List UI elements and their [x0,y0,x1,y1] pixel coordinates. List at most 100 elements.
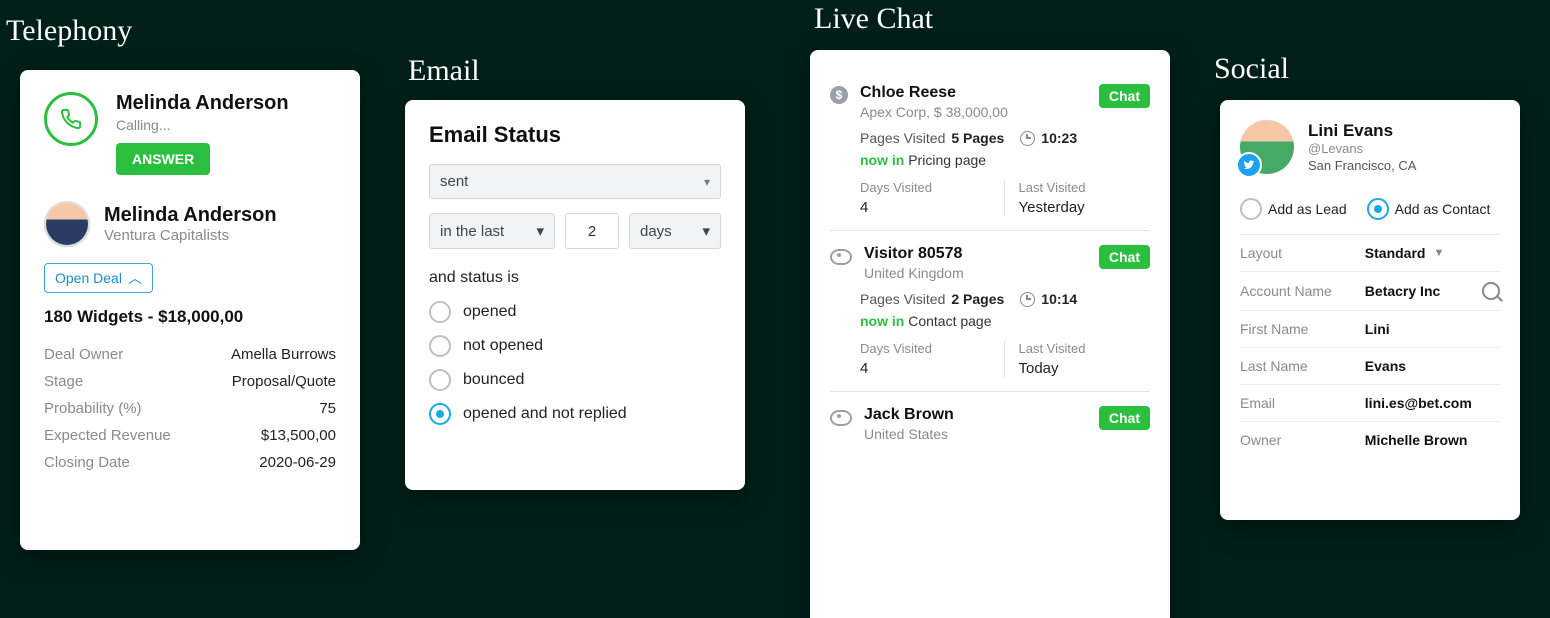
deal-row-value: Proposal/Quote [232,373,336,390]
now-in-label: now in [860,313,904,329]
and-status-label: and status is [429,269,721,287]
radio-selected-icon [1367,198,1389,220]
chat-button[interactable]: Chat [1099,406,1150,430]
section-label-social: Social [1214,52,1289,86]
radio-selected-icon [429,403,451,425]
deal-row-value: $13,500,00 [261,427,336,444]
email-status-option[interactable]: not opened [429,329,721,363]
days-visited-value: 4 [860,360,992,377]
email-status-option-label: not opened [463,337,543,355]
social-field-key: First Name [1240,321,1365,337]
social-field-value[interactable]: Betacry Inc [1365,282,1500,300]
contact-name: Melinda Anderson [104,204,277,227]
visitor-sub: United States [864,426,1087,442]
deal-row-value: 2020-06-29 [259,454,336,471]
radio-icon [429,301,451,323]
social-field-value[interactable]: Evans [1365,358,1500,374]
email-status-option[interactable]: bounced [429,363,721,397]
visitor-name: Visitor 80578 [864,245,1087,263]
deal-row-key: Deal Owner [44,346,123,363]
social-field-row: LayoutStandard ▼ [1240,235,1500,272]
days-visited-value: 4 [860,199,992,216]
social-field-key: Account Name [1240,283,1365,299]
twitter-icon [1236,152,1262,178]
caller-name: Melinda Anderson [116,92,289,115]
contact-avatar [44,201,90,247]
pages-visited-value: 2 Pages [951,291,1004,307]
pages-visited-label: Pages Visited [860,130,945,146]
social-field-key: Owner [1240,432,1365,448]
deal-row-key: Closing Date [44,454,130,471]
email-status-option-label: bounced [463,371,524,389]
chat-button[interactable]: Chat [1099,245,1150,269]
email-qty-input[interactable] [565,213,619,249]
eye-icon [830,410,852,426]
section-label-telephony: Telephony [6,14,132,48]
open-deal-toggle[interactable]: Open Deal ︿ [44,263,153,293]
visitor-sub: United Kingdom [864,265,1087,281]
visitor-sub: Apex Corp, $ 38,000,00 [860,104,1087,120]
add-as-lead-radio[interactable]: Add as Lead [1240,198,1347,220]
visitor-name: Chloe Reese [860,84,1087,102]
visit-time: 10:14 [1041,291,1077,307]
visitor-item: $ Chloe Reese Apex Corp, $ 38,000,00 Chat Pa… [830,70,1150,231]
section-label-email: Email [408,54,480,88]
chevron-down-icon: ▾ [704,175,710,189]
phone-ring-icon [44,92,98,146]
radio-icon [1240,198,1262,220]
add-as-contact-label: Add as Contact [1395,201,1491,217]
social-field-value[interactable]: Lini [1365,321,1500,337]
radio-icon [429,335,451,357]
search-icon[interactable] [1482,282,1500,300]
last-visited-value: Yesterday [1019,199,1151,216]
deal-row: StageProposal/Quote [44,368,336,395]
email-status-title: Email Status [429,122,721,148]
email-range-select[interactable]: in the last ▾ [429,213,555,249]
answer-button[interactable]: ANSWER [116,143,210,175]
social-field-value[interactable]: Standard ▼ [1365,245,1500,261]
social-handle: @Levans [1308,141,1416,156]
email-status-option[interactable]: opened [429,295,721,329]
email-status-option[interactable]: opened and not replied [429,397,721,431]
email-status-select[interactable]: sent ▾ [429,164,721,199]
email-status-value: sent [440,173,468,190]
deal-row: Expected Revenue$13,500,00 [44,422,336,449]
social-field-key: Email [1240,395,1365,411]
section-label-live-chat: Live Chat [814,2,933,36]
email-unit-select[interactable]: days ▾ [629,213,721,249]
social-avatar [1240,120,1294,174]
deal-row: Deal OwnerAmella Burrows [44,341,336,368]
add-as-lead-label: Add as Lead [1268,201,1347,217]
days-visited-label: Days Visited [860,180,992,195]
telephony-card: Melinda Anderson Calling... ANSWER Melin… [20,70,360,550]
live-chat-card: $ Chloe Reese Apex Corp, $ 38,000,00 Chat Pa… [810,50,1170,618]
email-unit-value: days [640,223,672,240]
deal-row-value: 75 [319,400,336,417]
chat-button[interactable]: Chat [1099,84,1150,108]
now-in-page: Pricing page [908,152,986,168]
deal-row-key: Probability (%) [44,400,142,417]
visit-time: 10:23 [1041,130,1077,146]
social-field-row: First NameLini [1240,311,1500,348]
visitor-name: Jack Brown [864,406,1087,424]
social-name: Lini Evans [1308,121,1416,141]
dollar-icon: $ [830,86,848,104]
radio-icon [429,369,451,391]
social-field-value[interactable]: Michelle Brown [1365,432,1500,448]
now-in-label: now in [860,152,904,168]
deal-title: 180 Widgets - $18,000,00 [44,307,336,327]
social-card: Lini Evans @Levans San Francisco, CA Add… [1220,100,1520,520]
chevron-down-icon: ▾ [702,222,710,240]
add-as-contact-radio[interactable]: Add as Contact [1367,198,1491,220]
contact-company: Ventura Capitalists [104,227,277,244]
social-field-row: OwnerMichelle Brown [1240,422,1500,458]
clock-icon [1020,292,1035,307]
chevron-up-icon: ︿ [128,268,142,288]
social-field-value[interactable]: lini.es@bet.com [1365,395,1500,411]
clock-icon [1020,131,1035,146]
email-status-card: Email Status sent ▾ in the last ▾ days ▾… [405,100,745,490]
email-range-value: in the last [440,223,504,240]
visitor-item: Visitor 80578United KingdomChatPages Vis… [830,231,1150,392]
chevron-down-icon[interactable]: ▼ [1433,247,1444,259]
social-location: San Francisco, CA [1308,158,1416,173]
